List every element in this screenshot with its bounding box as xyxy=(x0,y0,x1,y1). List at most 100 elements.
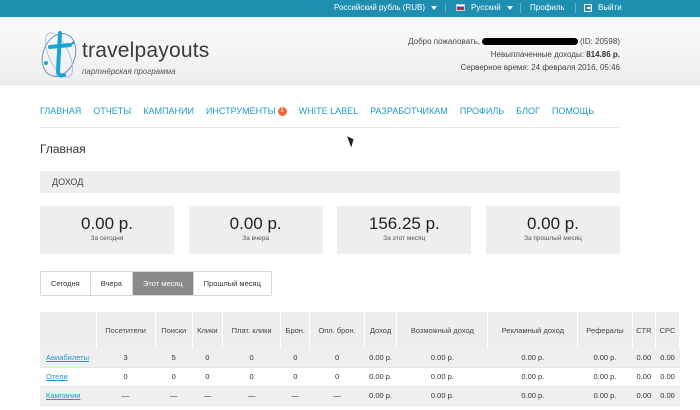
table-cell: 0.00 р. xyxy=(364,367,397,387)
stat-label: За этот месяц xyxy=(383,235,426,242)
divider xyxy=(520,3,521,13)
table-cell: 0.00 xyxy=(632,367,656,387)
nav-blog[interactable]: БЛОГ xyxy=(516,106,540,116)
table-cell: — xyxy=(222,386,281,406)
redacted-username xyxy=(481,38,578,46)
stat-value: 0.00 р. xyxy=(526,214,579,233)
table-cell: 0.00 р. xyxy=(396,348,488,368)
nav-developers[interactable]: РАЗРАБОТЧИКАМ xyxy=(370,106,448,116)
tab-today[interactable]: Сегодня xyxy=(41,272,91,295)
table-cell: — xyxy=(280,386,310,406)
column-header: CPC xyxy=(655,312,681,348)
account-summary: Добро пожаловать, (ID: 20598) Невыплаченн… xyxy=(408,35,620,74)
table-cell: 0 xyxy=(222,367,281,387)
tab-this-month[interactable]: Этот месяц xyxy=(132,272,194,295)
logo-subtitle: партнёрская программа xyxy=(82,67,176,76)
unpaid-label: Невыплаченные доходы: xyxy=(490,50,584,59)
table-cell: 0.00 р. xyxy=(487,367,578,387)
table-cell: 0.00 р. xyxy=(577,348,633,368)
table-cell: 0.00 р. xyxy=(577,367,633,387)
logo-text: travelpayouts xyxy=(82,39,210,62)
column-header: Поиски xyxy=(155,312,193,348)
table-cell: 0.00 р. xyxy=(364,386,397,406)
column-header: Брон. xyxy=(280,312,311,348)
period-tabs: Сегодня Вчера Этот месяц Прошлый месяц xyxy=(40,271,272,296)
table-cell: 0 xyxy=(309,348,365,368)
column-header: Клики xyxy=(192,312,224,348)
column-header xyxy=(40,312,97,348)
stat-label: За сегодня xyxy=(90,235,124,242)
logout-link[interactable]: Выйти xyxy=(584,3,622,12)
income-section-header: ДОХОД xyxy=(40,171,620,193)
column-header: Посетители xyxy=(96,312,156,348)
server-time-line: Серверное время: 24 февраля 2016, 05:46 xyxy=(408,61,620,74)
welcome-line: Добро пожаловать, (ID: 20598) xyxy=(408,35,620,48)
table-cell: 0.00 xyxy=(632,348,656,368)
table-cell: 0 xyxy=(280,367,310,387)
column-header: CTR xyxy=(632,312,656,348)
user-id: (ID: 20598) xyxy=(579,37,620,46)
stat-value: 0.00 р. xyxy=(229,214,282,233)
table-cell: 0.00 р. xyxy=(364,348,397,368)
table-cell: 0.00 р. xyxy=(396,386,488,406)
currency-selector[interactable]: Российский рубль (RUB) xyxy=(334,3,437,12)
nav-home[interactable]: ГЛАВНАЯ xyxy=(40,106,81,116)
table-cell: 0 xyxy=(309,367,365,387)
nav-divider xyxy=(40,127,620,128)
nav-help[interactable]: ПОМОЩЬ xyxy=(552,106,594,116)
row-link-flights[interactable]: Авиабилеты xyxy=(46,353,89,362)
table-cell: Кампании xyxy=(40,386,96,406)
stats-table: Посетители Поиски Клики Плат. клики Брон… xyxy=(40,312,681,406)
stat-value: 156.25 р. xyxy=(368,214,440,233)
stat-card-today: 0.00 р. За сегодня xyxy=(40,206,174,254)
server-time-value: 24 февраля 2016, 05:46 xyxy=(531,63,620,72)
nav-campaigns[interactable]: КАМПАНИИ xyxy=(143,106,194,116)
main-nav: ГЛАВНАЯ ОТЧЕТЫ КАМПАНИИ ИНСТРУМЕНТЫ 1 WHI… xyxy=(40,106,606,116)
header: travelpayouts партнёрская программа Добр… xyxy=(0,17,700,85)
page-title: Главная xyxy=(40,142,86,156)
language-selector[interactable]: Русский xyxy=(456,3,513,12)
table-cell: 0 xyxy=(280,348,310,368)
nav-white-label[interactable]: WHITE LABEL xyxy=(299,106,359,116)
column-header: Плат. клики xyxy=(222,312,282,348)
table-cell: 0.00 р. xyxy=(487,386,578,406)
stat-card-this-month: 156.25 р. За этот месяц xyxy=(337,206,472,254)
table-cell: 0.00 р. xyxy=(487,348,578,368)
logout-label: Выйти xyxy=(598,3,622,12)
table-cell: Отели xyxy=(40,367,96,387)
row-link-hotels[interactable]: Отели xyxy=(46,372,68,381)
table-cell: 0 xyxy=(192,348,223,368)
table-cell: 0 xyxy=(192,367,223,387)
table-cell: Авиабилеты xyxy=(40,348,96,368)
unpaid-value: 814.86 р. xyxy=(586,50,620,59)
table-row: Кампании — — — — — — 0.00 р. 0.00 р. 0.0… xyxy=(40,386,680,406)
column-header: Возможный доход xyxy=(396,312,489,348)
divider xyxy=(445,3,446,13)
profile-link[interactable]: Профиль xyxy=(530,3,565,12)
nav-profile[interactable]: ПРОФИЛЬ xyxy=(460,106,504,116)
column-header: Рекламный доход xyxy=(487,312,579,348)
stat-card-yesterday: 0.00 р. За вчера xyxy=(188,206,323,254)
tab-yesterday[interactable]: Вчера xyxy=(90,272,133,295)
table-cell: 0.00 xyxy=(655,348,680,368)
table-cell: — xyxy=(155,386,193,406)
tab-last-month[interactable]: Прошлый месяц xyxy=(193,272,271,295)
travelpayouts-logo-icon xyxy=(41,31,77,78)
table-row: Отели 0 0 0 0 0 0 0.00 р. 0.00 р. 0.00 р… xyxy=(40,367,680,387)
stat-label: За прошлый месяц xyxy=(524,235,582,242)
nav-reports[interactable]: ОТЧЕТЫ xyxy=(93,106,131,116)
table-header-row: Посетители Поиски Клики Плат. клики Брон… xyxy=(40,312,681,348)
mouse-cursor-icon xyxy=(347,134,356,148)
table-cell: — xyxy=(96,386,156,406)
table-cell: 0 xyxy=(96,367,156,387)
logo[interactable]: travelpayouts партнёрская программа xyxy=(40,27,240,87)
column-header: Доход xyxy=(364,312,398,348)
nav-tools[interactable]: ИНСТРУМЕНТЫ 1 xyxy=(206,106,287,116)
logout-icon xyxy=(584,3,592,12)
row-link-campaigns[interactable]: Кампании xyxy=(46,391,80,400)
table-cell: 0.00 xyxy=(632,386,656,406)
table-cell: 0 xyxy=(155,367,193,387)
column-header: Рефералы xyxy=(577,312,633,348)
table-cell: 3 xyxy=(96,348,156,368)
table-cell: 0 xyxy=(222,348,281,368)
